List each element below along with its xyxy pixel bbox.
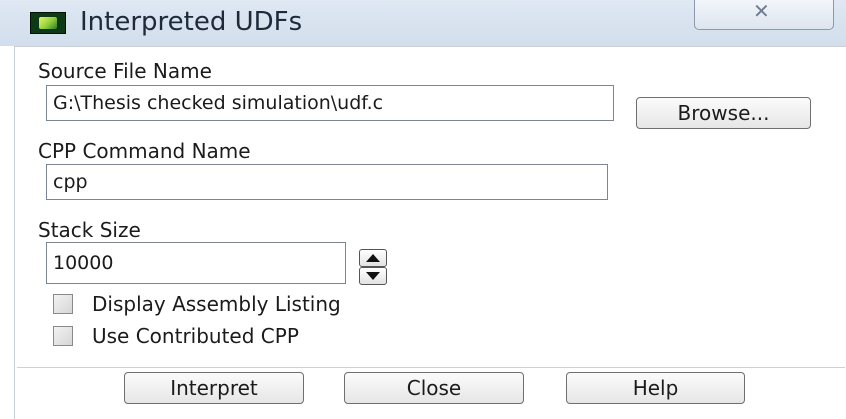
close-icon: ✕ — [753, 0, 770, 23]
window-title: Interpreted UDFs — [80, 7, 303, 37]
app-icon — [30, 12, 66, 34]
display-assembly-listing-label: Display Assembly Listing — [92, 292, 341, 316]
stack-size-label: Stack Size — [38, 218, 141, 242]
interpreted-udfs-dialog: Interpreted UDFs ✕ Source File Name G:\T… — [0, 0, 846, 419]
arrow-down-icon — [366, 272, 380, 280]
browse-button[interactable]: Browse... — [636, 97, 811, 129]
interpret-button[interactable]: Interpret — [124, 372, 304, 404]
arrow-up-icon — [366, 254, 380, 262]
source-file-label: Source File Name — [38, 59, 212, 83]
use-contributed-cpp-label: Use Contributed CPP — [92, 324, 299, 348]
stack-size-decrement-button[interactable] — [359, 267, 387, 285]
stack-size-increment-button[interactable] — [359, 249, 387, 267]
use-contributed-cpp-checkbox[interactable] — [53, 326, 73, 346]
close-button[interactable]: Close — [344, 372, 524, 404]
display-assembly-listing-checkbox[interactable] — [53, 294, 73, 314]
cpp-command-input[interactable]: cpp — [46, 164, 608, 200]
window-close-button[interactable]: ✕ — [694, 0, 834, 30]
title-bar: Interpreted UDFs ✕ — [0, 0, 846, 46]
stack-size-input[interactable]: 10000 — [46, 242, 346, 284]
cpp-command-label: CPP Command Name — [38, 139, 251, 163]
button-row-divider — [17, 367, 845, 368]
dialog-body: Source File Name G:\Thesis checked simul… — [14, 46, 846, 419]
source-file-input[interactable]: G:\Thesis checked simulation\udf.c — [46, 85, 614, 121]
help-button[interactable]: Help — [566, 372, 745, 404]
